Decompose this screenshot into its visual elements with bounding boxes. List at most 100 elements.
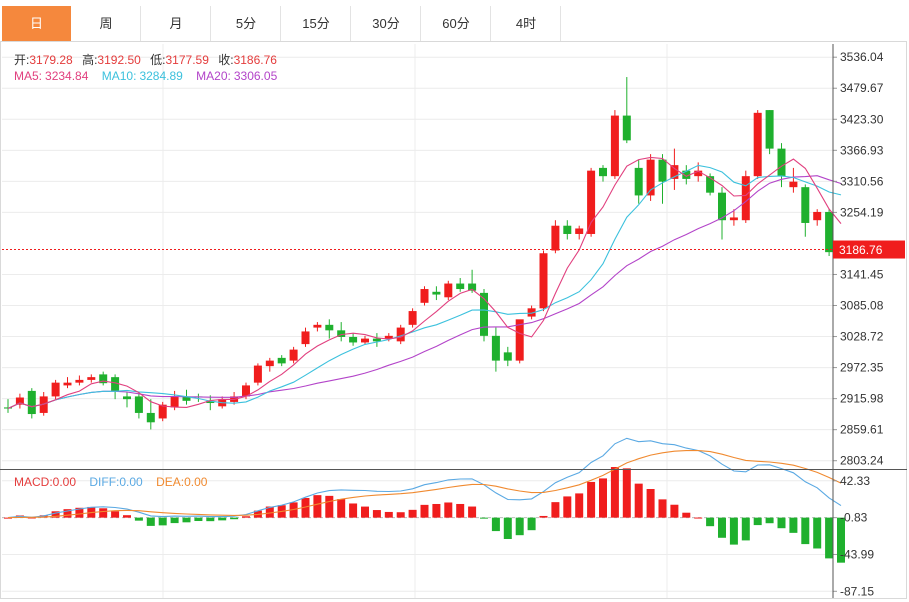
candle (134, 392, 143, 419)
candle (289, 346, 298, 364)
candle-body (170, 396, 179, 408)
open-label: 开: (14, 53, 30, 67)
macd-bar (396, 512, 405, 518)
macd-bar (706, 517, 715, 527)
candle (753, 110, 762, 179)
macd-bar (587, 481, 596, 518)
ma10-label: MA10: (101, 69, 137, 83)
candle-body (610, 115, 619, 177)
candle-body (563, 225, 572, 234)
macd-bar (789, 517, 798, 533)
candle-body (325, 324, 334, 331)
macd-bar (480, 517, 488, 519)
ohlc-info: 开:3179.28 高:3192.50 低:3177.59 收:3186.76 (14, 51, 277, 68)
macd-bar (753, 517, 762, 526)
low-value: 3177.59 (165, 53, 209, 67)
candle-body (491, 335, 500, 361)
candle (313, 322, 322, 332)
candle (349, 333, 358, 346)
macd-bar (765, 517, 774, 524)
open-value: 3179.28 (29, 53, 73, 67)
diff-value: 0.00 (119, 475, 143, 489)
macd-bar (503, 517, 512, 539)
high-value: 3192.50 (97, 53, 141, 67)
macd-tick-label: -0.83 (840, 511, 868, 525)
macd-bar (349, 503, 358, 518)
candle (539, 250, 548, 312)
candle-body (599, 167, 607, 177)
macd-bar (158, 517, 167, 526)
macd-bar (539, 515, 548, 518)
candle-body (539, 253, 548, 309)
y-tick-label: 2803.24 (840, 454, 884, 468)
macd-bar (408, 509, 417, 518)
candle (456, 278, 465, 292)
candle (253, 363, 262, 386)
ma5-value: 3234.84 (45, 69, 89, 83)
candle-body (265, 360, 274, 367)
candle (372, 333, 381, 347)
dea-value: 0.00 (184, 475, 208, 489)
candle (277, 355, 286, 367)
candle (123, 392, 131, 408)
candle (503, 346, 512, 367)
macd-bar (468, 506, 477, 518)
candle-body (729, 217, 738, 221)
candle-body (456, 283, 465, 290)
macd-bar (99, 508, 108, 518)
candle-body (587, 170, 596, 234)
candle-body (277, 357, 286, 364)
candle-body (777, 148, 786, 177)
macd-bar (456, 503, 465, 518)
candle-body (622, 115, 631, 141)
candle-body (63, 382, 72, 386)
candle-body (658, 159, 667, 182)
candle (765, 110, 774, 155)
candle-body (289, 349, 298, 361)
macd-bar (694, 517, 703, 519)
candle-body (27, 390, 36, 415)
macd-bar (432, 503, 441, 518)
macd-bar (610, 467, 619, 518)
macd-bar (242, 516, 250, 518)
ma5-line (7, 156, 842, 409)
macd-bar (801, 517, 810, 545)
candle (658, 154, 667, 204)
candle-body (789, 181, 798, 188)
macd-bar (634, 483, 643, 518)
candle (729, 209, 738, 226)
candle-body (551, 225, 560, 251)
candle (111, 374, 120, 400)
candle (789, 167, 798, 193)
candle-body (146, 412, 155, 423)
macd-bar (384, 511, 393, 518)
candle (444, 280, 453, 301)
y-tick-label: 2972.35 (840, 361, 884, 375)
macd-bar (575, 493, 584, 518)
candle (87, 374, 96, 383)
candle (634, 159, 643, 204)
macd-bar (670, 504, 679, 518)
macd-bar (729, 517, 738, 545)
candle (515, 319, 524, 364)
ma-info: MA5: 3234.84 MA10: 3284.89 MA20: 3306.05 (14, 69, 277, 83)
macd-tick-label: 42.33 (840, 474, 870, 488)
diff-label: DIFF: (89, 475, 120, 489)
candle (587, 167, 596, 237)
ma20-label: MA20: (196, 69, 231, 83)
candle-body (75, 379, 84, 383)
candle-body (813, 211, 822, 221)
candle-body (503, 352, 512, 361)
macd-bar (491, 517, 500, 532)
kline-chart[interactable]: 3536.04 3479.67 3423.30 3366.93 3310.56 3254.… (0, 0, 909, 602)
macd-bar (527, 517, 536, 531)
y-tick-label: 3479.67 (840, 81, 884, 95)
candle (551, 220, 560, 254)
macd-bar (372, 510, 381, 518)
dea-label: DEA: (156, 475, 185, 489)
candle (801, 184, 810, 237)
macd-bar (563, 496, 572, 518)
candle-body (301, 331, 310, 345)
candle (4, 399, 12, 413)
macd-bar (825, 517, 834, 559)
